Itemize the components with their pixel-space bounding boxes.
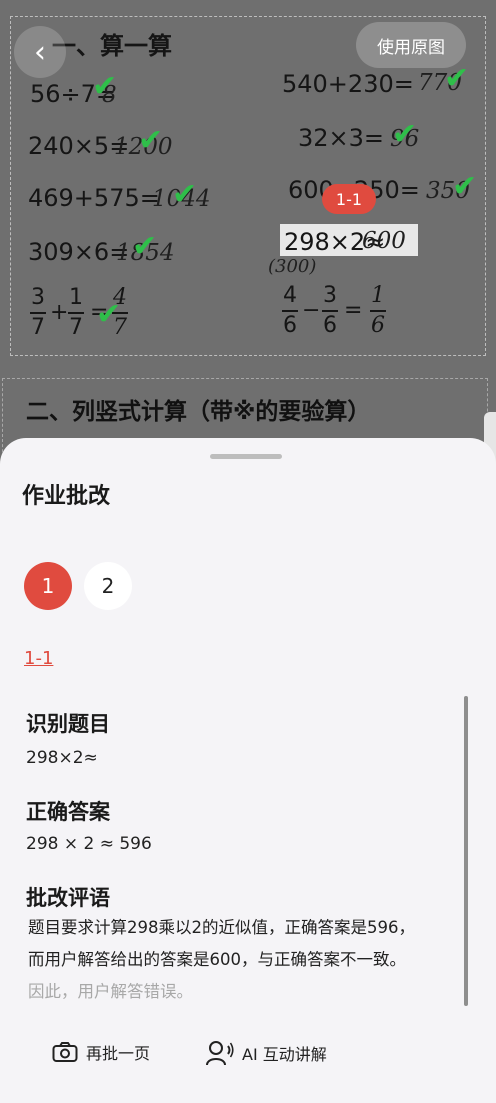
check-mark-icon: ✔ — [92, 69, 118, 104]
fraction: 36 — [322, 283, 338, 339]
comment-line: 题目要求计算298乘以2的近似值，正确答案是596， — [28, 918, 415, 937]
fraction: 37 — [30, 285, 46, 341]
ai-explain-label: AI 互动讲解 — [242, 1045, 327, 1064]
problem-text: 540+230= — [282, 70, 414, 98]
handwritten-answer: 600 — [362, 228, 406, 254]
operator: − — [302, 298, 321, 323]
comment-line: 而用户解答给出的答案是600，与正确答案不一致。 — [28, 950, 406, 969]
scrollbar[interactable] — [464, 696, 468, 1006]
recognized-value: 298×2≈ — [26, 748, 98, 768]
back-arrow-icon: ‹ — [34, 34, 46, 70]
comment-text: 题目要求计算298乘以2的近似值，正确答案是596， 而用户解答给出的答案是60… — [28, 912, 468, 1008]
fraction: 46 — [282, 283, 298, 339]
comment-heading: 批改评语 — [26, 886, 110, 910]
grading-sheet: 作业批改 1 2 1-1 识别题目 298×2≈ 正确答案 298 × 2 ≈ … — [0, 438, 496, 1103]
footer-bar: 再批一页 AI 互动讲解 — [0, 1020, 496, 1103]
problem-text: 32×3= — [298, 124, 385, 152]
ai-explain-button[interactable]: AI 互动讲解 — [206, 1040, 327, 1066]
rescan-label: 再批一页 — [86, 1044, 151, 1063]
homework-photo: 一、算一算 56÷7= 8 ✔ 240×5= 1200 ✔ 469+575= 1… — [0, 0, 496, 470]
drag-handle[interactable] — [210, 454, 282, 459]
question-tag[interactable]: 1-1 — [322, 184, 376, 214]
problem-text: 469+575= — [28, 184, 160, 212]
scratch-note: (300) — [268, 256, 317, 277]
page-button-1[interactable]: 1 — [24, 562, 72, 610]
check-mark-icon: ✔ — [132, 229, 158, 264]
camera-icon — [52, 1042, 78, 1062]
section1-title: 一、算一算 — [52, 32, 172, 60]
fraction: 17 — [68, 285, 84, 341]
correct-answer-heading: 正确答案 — [26, 800, 110, 824]
problem-text: 309×6= — [28, 238, 130, 266]
voice-assistant-icon — [206, 1041, 234, 1066]
question-link[interactable]: 1-1 — [24, 648, 53, 669]
correct-answer-value: 298 × 2 ≈ 596 — [26, 834, 152, 854]
section2-title: 二、列竖式计算（带※的要验算） — [26, 399, 371, 425]
use-original-button[interactable]: 使用原图 — [356, 22, 466, 68]
check-mark-icon: ✔ — [452, 169, 478, 204]
back-button[interactable]: ‹ — [14, 26, 66, 78]
check-mark-icon: ✔ — [444, 61, 470, 96]
equals-sign: = — [344, 298, 363, 323]
check-mark-icon: ✔ — [172, 177, 198, 212]
check-mark-icon: ✔ — [96, 297, 122, 332]
check-mark-icon: ✔ — [138, 123, 164, 158]
recognized-heading: 识别题目 — [26, 712, 110, 736]
handwritten-answer: 16 — [370, 283, 386, 339]
check-mark-icon: ✔ — [392, 117, 418, 152]
operator: + — [50, 300, 69, 325]
sheet-title: 作业批改 — [22, 484, 111, 509]
page-button-2[interactable]: 2 — [84, 562, 132, 610]
rescan-button[interactable]: 再批一页 — [52, 1040, 150, 1064]
comment-line: 因此，用户解答错误。 — [28, 982, 193, 1001]
